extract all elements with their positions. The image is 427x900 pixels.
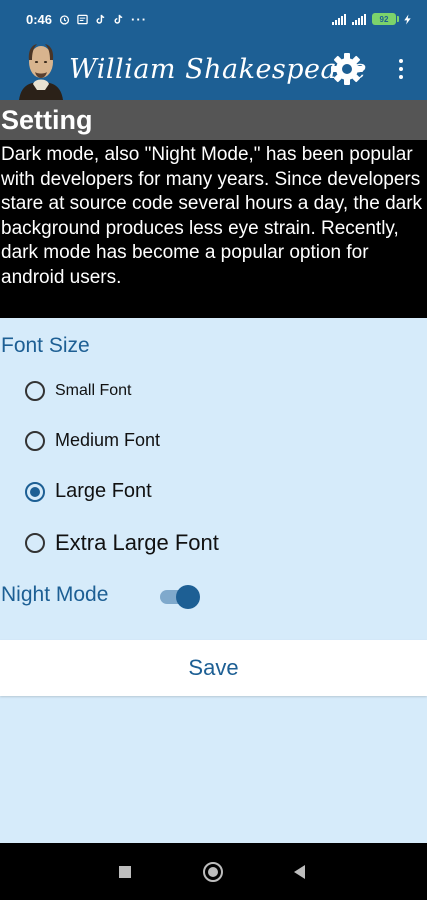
- signal-icon: [352, 13, 366, 25]
- back-icon[interactable]: [294, 865, 305, 879]
- app-bar: William Shakespeare: [0, 38, 427, 100]
- radio-extra-large-font[interactable]: Extra Large Font: [25, 530, 219, 556]
- radio-small-font[interactable]: Small Font: [25, 381, 131, 401]
- radio-label: Medium Font: [55, 430, 161, 450]
- section-title: Setting: [0, 100, 427, 140]
- battery-level: 92: [379, 14, 389, 24]
- night-mode-switch[interactable]: [160, 584, 202, 610]
- switch-thumb: [176, 585, 200, 609]
- recents-icon[interactable]: [119, 866, 131, 878]
- save-button[interactable]: Save: [0, 640, 427, 696]
- portrait-logo: [17, 38, 65, 100]
- home-icon[interactable]: [203, 862, 223, 882]
- app-title: William Shakespeare: [69, 53, 368, 85]
- news-icon: [77, 14, 88, 24]
- battery-icon: 92: [372, 13, 399, 25]
- gear-icon: [331, 53, 363, 85]
- description-text: Dark mode, also "Night Mode," has been p…: [0, 140, 427, 318]
- status-bar: 0:46 ··· 92: [0, 0, 427, 38]
- charging-icon: [404, 13, 411, 25]
- alarm-icon: [59, 14, 70, 25]
- radio-button[interactable]: [25, 533, 45, 553]
- more-notifications-icon: ···: [131, 11, 148, 27]
- night-mode-label: Night Mode: [1, 583, 109, 606]
- tiktok-icon: [114, 14, 123, 24]
- radio-label: Small Font: [55, 382, 132, 399]
- more-options-button[interactable]: [390, 52, 412, 86]
- status-time: 0:46: [26, 11, 53, 27]
- tiktok-icon: [96, 14, 105, 24]
- radio-button[interactable]: [25, 381, 45, 401]
- radio-label: Large Font: [55, 480, 152, 502]
- signal-icon: [332, 13, 346, 25]
- radio-large-font[interactable]: Large Font: [25, 480, 152, 503]
- radio-button-checked[interactable]: [25, 481, 45, 502]
- settings-button[interactable]: [328, 50, 366, 88]
- radio-label: Extra Large Font: [55, 530, 219, 555]
- radio-medium-font[interactable]: Medium Font: [25, 430, 160, 451]
- more-vert-icon: [399, 59, 403, 63]
- font-size-label: Font Size: [1, 334, 90, 357]
- radio-button[interactable]: [25, 430, 45, 451]
- system-navigation-bar: [0, 843, 427, 900]
